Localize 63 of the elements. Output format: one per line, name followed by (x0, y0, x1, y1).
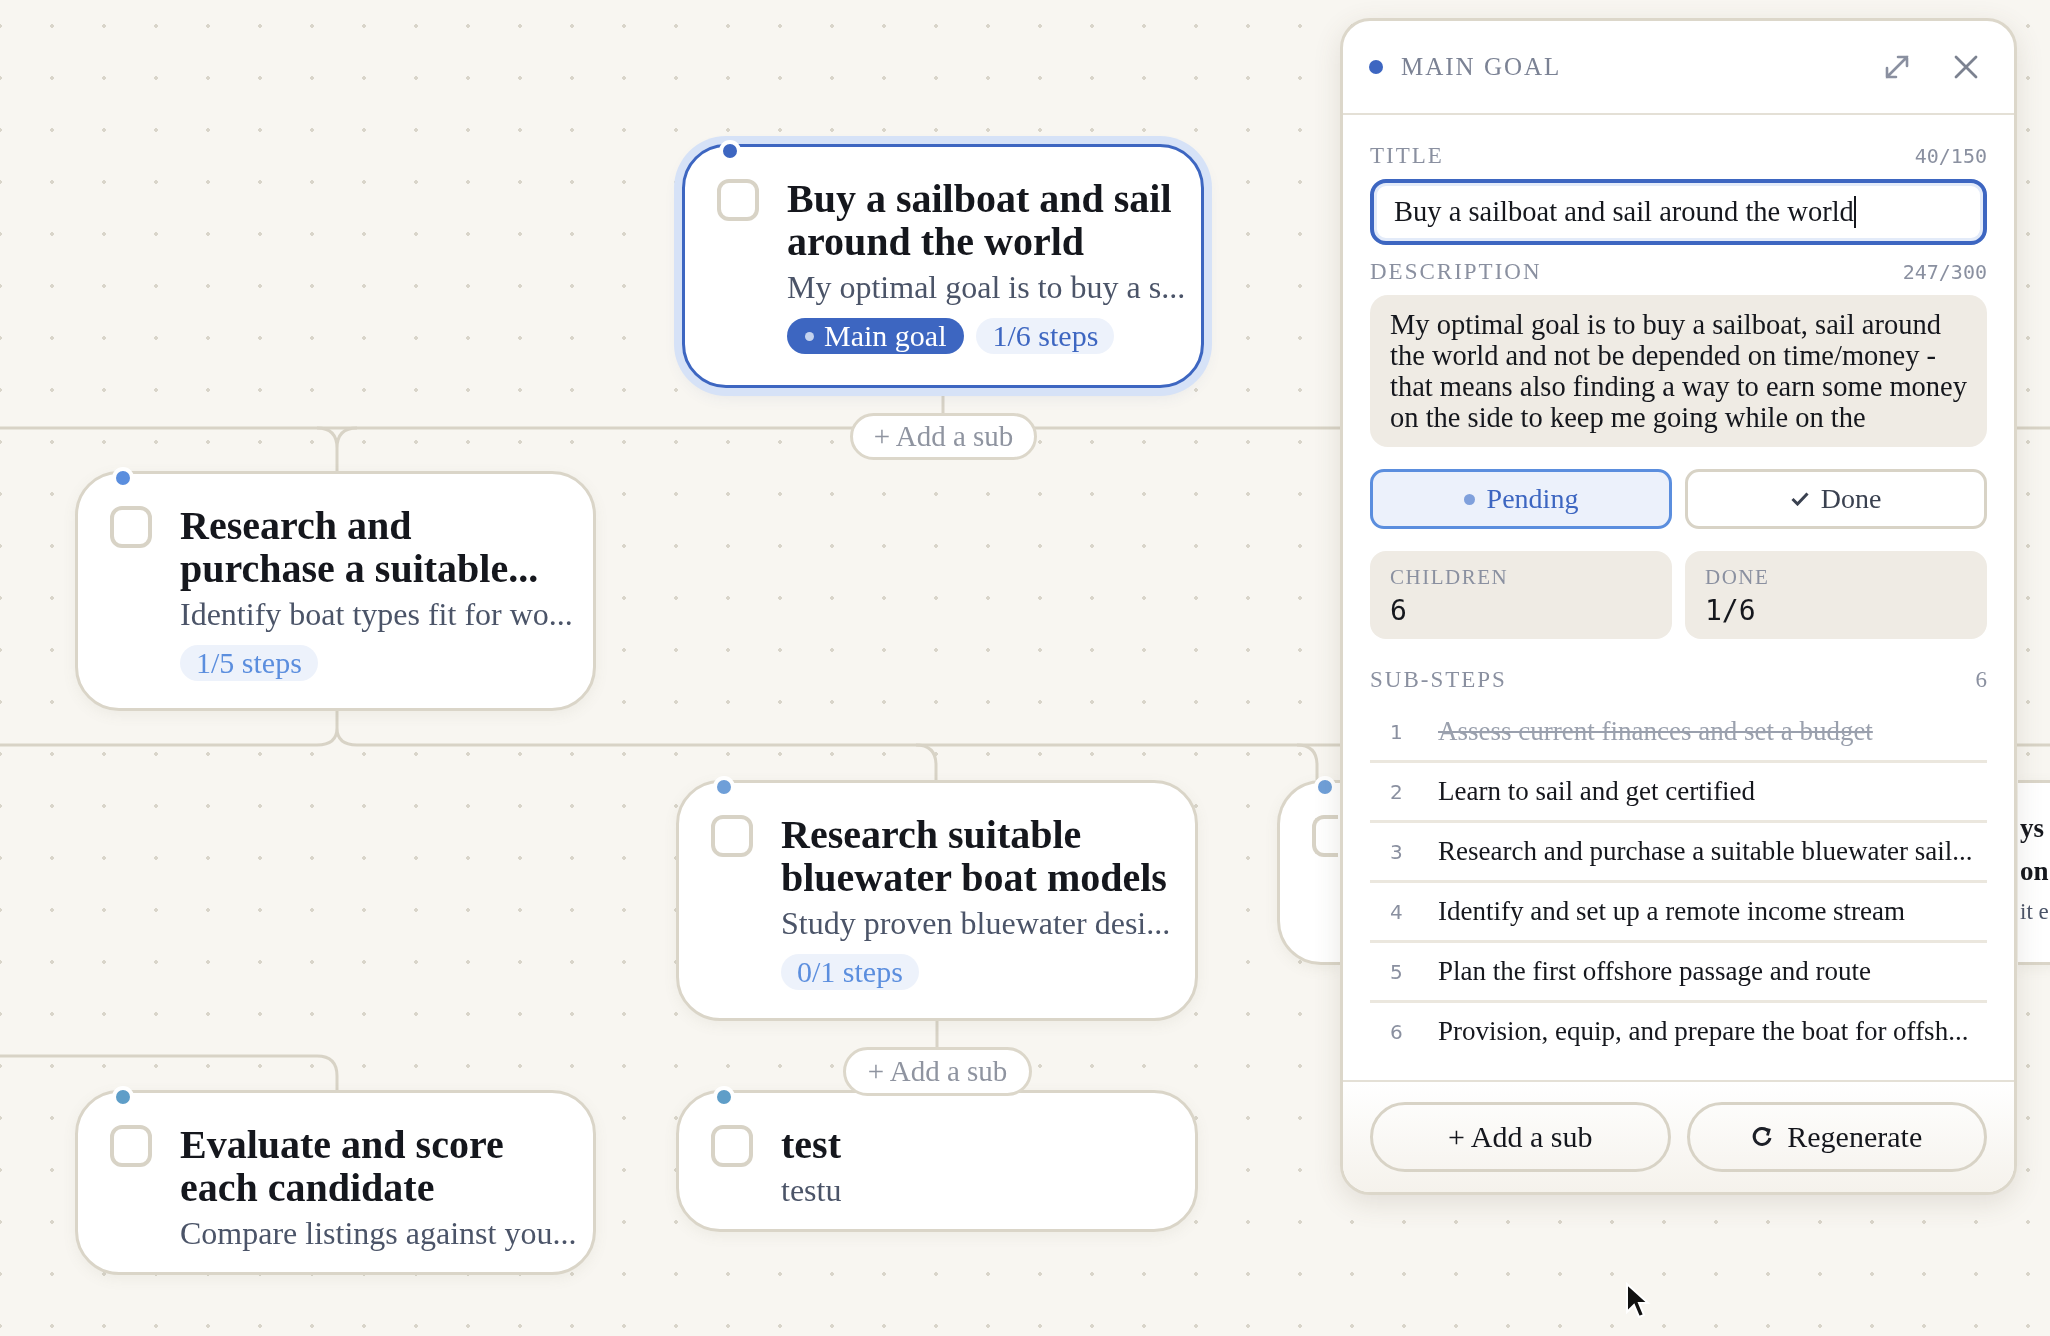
checkbox[interactable] (110, 1125, 152, 1167)
stat-value: 1/6 (1705, 594, 1757, 627)
node-title: Evaluate and score each candidate (180, 1123, 505, 1209)
step-number: 4 (1389, 899, 1404, 924)
node-title: ys on (2020, 812, 2050, 888)
stat-value: 6 (1390, 594, 1408, 627)
step-text: Identify and set up a remote income stream (1438, 896, 1906, 927)
node-description: My optimal goal is to buy a s... (787, 269, 1187, 306)
step-text: Assess current finances and set a budget (1438, 716, 1873, 747)
checkbox[interactable] (711, 1125, 753, 1167)
refresh-icon (1751, 1126, 1774, 1148)
step-number: 2 (1389, 779, 1404, 804)
field-label: TITLE (1370, 143, 1444, 169)
checkbox[interactable] (711, 815, 753, 857)
steps-badge: 1/5 steps (180, 645, 318, 681)
close-icon[interactable] (1954, 55, 1978, 79)
mouse-cursor-icon (1625, 1282, 1651, 1320)
main-goal-badge: Main goal (787, 318, 965, 354)
add-sub-button[interactable]: + Add a sub (1370, 1102, 1671, 1172)
step-text: Learn to sail and get certified (1438, 776, 1756, 807)
sub-step-item[interactable]: 6 Provision, equip, and prepare the boat for offsh... (1370, 1003, 1987, 1060)
stat-label: DONE (1705, 565, 1771, 590)
status-button[interactable]: Done (1685, 469, 1987, 529)
node-title: test (781, 1123, 842, 1166)
node-description: testu (781, 1172, 843, 1209)
description-field[interactable]: My optimal goal is to buy a sailboat, sail around the world and not be depended on time/money - that means also finding a way to earn some money on the side to keep me going while on the (1370, 295, 1987, 447)
check-icon (1790, 492, 1809, 506)
step-number: 3 (1389, 839, 1404, 864)
node-description: it e (2020, 899, 2050, 925)
checkbox[interactable] (717, 179, 759, 221)
step-number: 6 (1389, 1019, 1404, 1044)
sub-step-item[interactable]: 3 Research and purchase a suitable bluewater sail... (1370, 823, 1987, 883)
checkbox[interactable] (110, 506, 152, 548)
node-description: Identify boat types fit for wo... (180, 596, 573, 633)
step-count: 6 (1975, 667, 1987, 693)
status-button[interactable]: Pending (1370, 469, 1672, 529)
expand-icon[interactable] (1884, 54, 1910, 80)
step-text: Research and purchase a suitable bluewater sail... (1438, 836, 1973, 867)
node-description: Study proven bluewater desi... (781, 905, 1172, 942)
character-count: 247/300 (1902, 260, 1987, 284)
step-number: 5 (1389, 959, 1404, 984)
node-title: Buy a sailboat and sail around the world (787, 177, 1173, 263)
node-title: Research suitable bluewater boat models (781, 813, 1168, 899)
node-description: Compare listings against you... (180, 1215, 578, 1252)
dot-icon (1463, 493, 1475, 505)
title-field[interactable]: Buy a sailboat and sail around the world (1370, 179, 1987, 245)
section-label: SUB-STEPS (1370, 667, 1507, 693)
sub-step-item[interactable]: 2 Learn to sail and get certified (1370, 763, 1987, 823)
goal-node[interactable]: ys on it e (2018, 780, 2050, 965)
step-text: Plan the first offshore passage and route (1438, 956, 1871, 987)
steps-badge: 0/1 steps (781, 954, 919, 990)
panel-title: MAIN GOAL (1401, 53, 1562, 81)
step-text: Provision, equip, and prepare the boat for offsh... (1438, 1016, 1969, 1047)
sub-step-item[interactable]: 4 Identify and set up a remote income stream (1370, 883, 1987, 943)
field-label: DESCRIPTION (1370, 259, 1542, 285)
node-title: Research and purchase a suitable... (180, 504, 540, 590)
connector-line (935, 1021, 939, 1047)
steps-badge: 1/6 steps (976, 318, 1115, 354)
regenerate-button[interactable]: Regenerate (1686, 1102, 1987, 1172)
step-number: 1 (1389, 719, 1404, 744)
stat-label: CHILDREN (1390, 565, 1510, 590)
character-count: 40/150 (1914, 144, 1987, 168)
sub-step-item[interactable]: 5 Plan the first offshore passage and route (1370, 943, 1987, 1003)
